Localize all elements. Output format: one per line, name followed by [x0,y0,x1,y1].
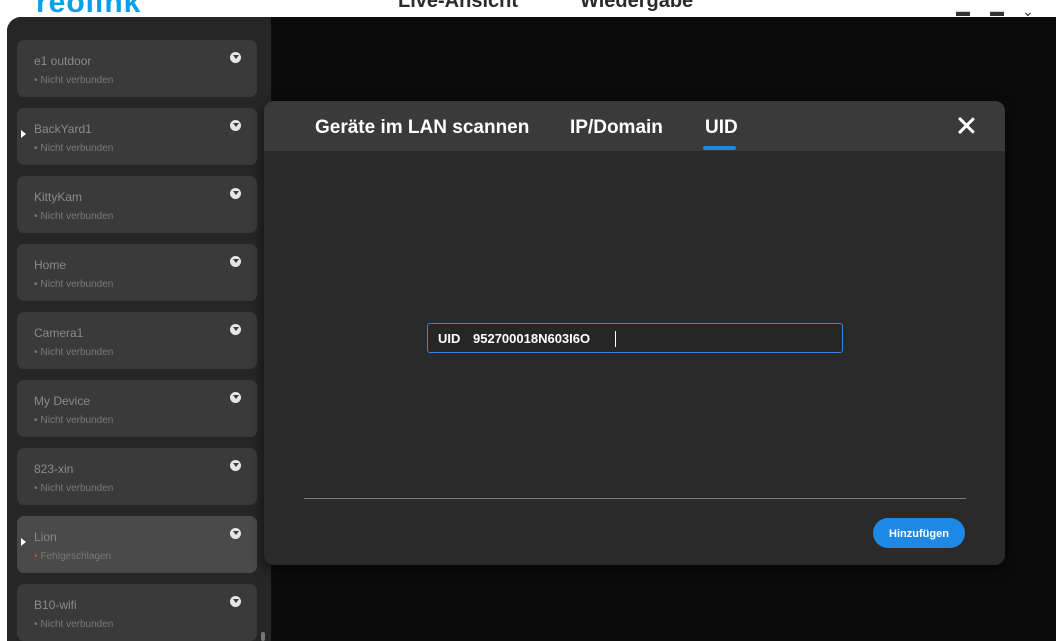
status-dot: • [34,619,38,630]
status-dot: • [34,143,38,154]
sidebar-scrollbar[interactable] [261,632,265,641]
expand-arrow-icon[interactable] [21,130,26,138]
add-button[interactable]: Hinzufügen [873,518,965,548]
dialog-header: Geräte im LAN scannen IP/Domain UID [264,101,1005,151]
device-status: • Nicht verbunden [34,75,114,86]
device-card-823-xin[interactable]: 823-xin • Nicht verbunden [17,448,257,505]
dialog-divider [304,498,966,499]
device-menu-icon[interactable] [230,324,241,335]
device-name: My Device [34,394,91,408]
device-name: e1 outdoor [34,54,92,68]
chevron-down-icon[interactable]: ⌄ [1022,4,1034,18]
device-name: Camera1 [34,326,84,340]
device-name: KittyKam [34,190,83,204]
status-dot: • [34,551,38,562]
device-menu-icon[interactable] [230,392,241,403]
tab-uid[interactable]: UID [705,117,738,139]
device-card-b10-wifi[interactable]: B10-wifi • Nicht verbunden [17,584,257,641]
uid-label: UID [438,331,461,346]
device-status: • Nicht verbunden [34,483,114,494]
device-menu-icon[interactable] [230,460,241,471]
device-status: • Nicht verbunden [34,143,114,154]
device-status: • Nicht verbunden [34,347,114,358]
device-menu-icon[interactable] [230,188,241,199]
tab-lan-scan[interactable]: Geräte im LAN scannen [315,117,529,139]
status-dot: • [34,483,38,494]
device-card-my-device[interactable]: My Device • Nicht verbunden [17,380,257,437]
device-name: 823-xin [34,462,74,476]
tab-playback[interactable]: Wiedergabe [580,0,693,13]
status-dot: • [34,415,38,426]
uid-input[interactable] [470,328,830,348]
device-status: • Nicht verbunden [34,211,114,222]
status-dot: • [34,347,38,358]
status-dot: • [34,279,38,290]
device-status: • Nicht verbunden [34,415,114,426]
tab-ip-domain[interactable]: IP/Domain [570,117,663,139]
text-cursor [615,331,616,347]
status-dot: • [34,75,38,86]
tab-live-view[interactable]: Live-Ansicht [398,0,518,13]
add-device-dialog: Geräte im LAN scannen IP/Domain UID UID … [264,101,1005,565]
device-card-e1-outdoor[interactable]: e1 outdoor • Nicht verbunden [17,40,257,97]
device-name: BackYard1 [34,122,92,136]
device-menu-icon[interactable] [230,528,241,539]
device-card-kittykam[interactable]: KittyKam • Nicht verbunden [17,176,257,233]
device-menu-icon[interactable] [230,52,241,63]
device-name: Home [34,258,67,272]
device-name: Lion [34,530,57,544]
maximize-icon[interactable]: ▬ [990,4,1004,18]
device-menu-icon[interactable] [230,256,241,267]
app-window: e1 outdoor • Nicht verbunden BackYard1 • N… [7,17,1056,641]
device-status: • Nicht verbunden [34,619,114,630]
device-menu-icon[interactable] [230,120,241,131]
status-dot: • [34,211,38,222]
device-sidebar: e1 outdoor • Nicht verbunden BackYard1 • N… [7,17,271,641]
tab-uid-indicator [703,146,736,150]
device-card-camera1[interactable]: Camera1 • Nicht verbunden [17,312,257,369]
device-name: B10-wifi [34,598,77,612]
device-status: • Fehlgeschlagen [34,551,112,562]
device-card-backyard1[interactable]: BackYard1 • Nicht verbunden [17,108,257,165]
minimize-icon[interactable]: ▬ [956,4,970,18]
close-icon[interactable] [954,114,978,138]
expand-arrow-icon[interactable] [21,538,26,546]
device-menu-icon[interactable] [230,596,241,607]
device-card-home[interactable]: Home • Nicht verbunden [17,244,257,301]
uid-field[interactable]: UID [427,323,843,353]
device-status: • Nicht verbunden [34,279,114,290]
device-card-lion[interactable]: Lion • Fehlgeschlagen [17,516,257,573]
